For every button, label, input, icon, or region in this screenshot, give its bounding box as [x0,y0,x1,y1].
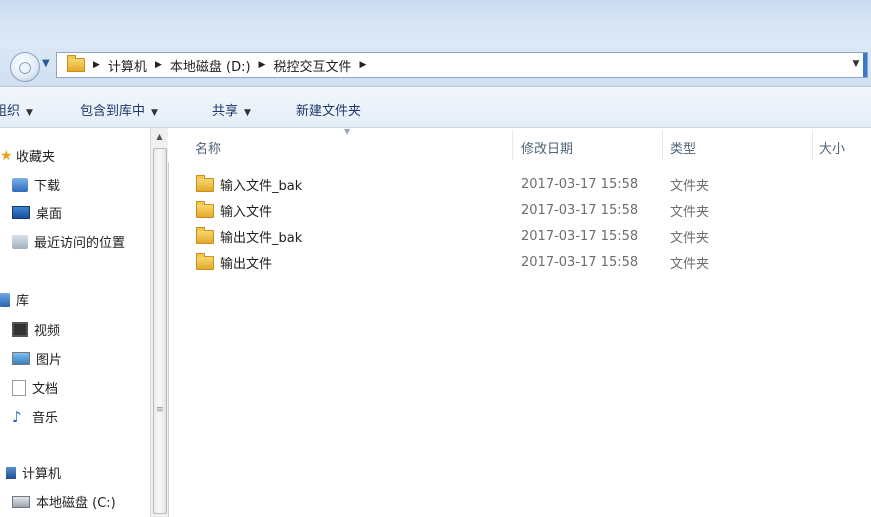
chevron-down-icon: ▼ [151,108,158,118]
library-icon [0,292,10,307]
address-dropdown-icon[interactable]: ▼ [849,57,863,71]
new-folder-label: 新建文件夹 [296,104,362,119]
nav-item-music[interactable]: ♪ 音乐 [12,407,58,426]
folder-icon [196,227,214,244]
include-in-library-button[interactable]: 包含到库中 ▼ [80,100,158,119]
picture-icon [12,352,30,365]
file-date: 2017-03-17 15:58 [521,254,639,270]
nav-item-documents[interactable]: 文档 [12,378,58,397]
chevron-down-icon: ▼ [244,108,251,118]
nav-label: 本地磁盘 (C:) [36,496,116,511]
folder-icon [196,201,214,218]
back-button[interactable] [10,52,40,82]
file-list-header [168,128,871,162]
drive-icon [12,495,30,508]
nav-label: 图片 [36,353,63,368]
column-divider[interactable] [512,130,513,160]
column-header-name[interactable]: 名称 [195,138,221,157]
nav-item-pictures[interactable]: 图片 [12,349,62,368]
nav-label: 收藏夹 [16,150,56,165]
breadcrumb-arrow-icon[interactable]: ▶ [359,60,366,70]
file-type: 文件夹 [670,178,710,194]
breadcrumb-arrow-icon[interactable]: ▶ [93,60,100,70]
video-icon [12,322,28,337]
breadcrumb-computer[interactable]: 计算机 [108,56,147,75]
music-note-icon: ♪ [12,407,22,426]
nav-label: 桌面 [36,207,63,222]
share-button[interactable]: 共享 ▼ [212,100,251,119]
new-folder-button[interactable]: 新建文件夹 [296,100,361,119]
organize-button[interactable]: 组织 ▼ [0,100,33,119]
file-name: 输出文件 [220,256,273,272]
navigation-pane: ★ 收藏夹 下载 桌面 最近访问的位置 库 视频 图片 文档 ♪ 音乐 计算机 … [0,128,150,517]
file-row[interactable]: 输出文件 2017-03-17 15:58 文件夹 [196,250,756,274]
nav-item-recent[interactable]: 最近访问的位置 [12,232,125,251]
document-icon [12,379,26,396]
nav-label: 最近访问的位置 [34,236,126,251]
breadcrumb-arrow-icon[interactable]: ▶ [155,60,162,70]
file-name: 输出文件_bak [220,230,303,246]
breadcrumb-current-folder[interactable]: 税控交互文件 [273,56,351,75]
nav-item-libraries[interactable]: 库 [0,290,29,309]
nav-label: 文档 [32,382,59,397]
file-date: 2017-03-17 15:58 [521,228,639,244]
chevron-down-icon: ▼ [26,108,33,118]
column-header-type[interactable]: 类型 [670,138,696,157]
desktop-icon [12,206,30,219]
file-date: 2017-03-17 15:58 [521,176,639,192]
nav-item-downloads[interactable]: 下载 [12,175,60,194]
sort-arrow-icon: ▼ [344,127,351,136]
breadcrumb-arrow-icon[interactable]: ▶ [259,60,266,70]
file-type: 文件夹 [670,204,710,220]
nav-label: 库 [16,294,30,309]
grip-icon: ≡ [156,405,164,415]
column-divider[interactable] [662,130,663,160]
computer-icon [6,466,16,479]
nav-item-desktop[interactable]: 桌面 [12,203,62,222]
include-label: 包含到库中 [80,104,146,119]
file-type: 文件夹 [670,256,710,272]
folder-icon [67,55,85,72]
folder-icon [196,253,214,270]
column-header-size[interactable]: 大小 [819,138,845,157]
file-date: 2017-03-17 15:58 [521,202,639,218]
breadcrumb-drive-d[interactable]: 本地磁盘 (D:) [170,56,251,75]
scroll-up-arrow-icon[interactable]: ▲ [151,128,168,146]
column-header-date[interactable]: 修改日期 [521,138,573,157]
nav-item-drive-c[interactable]: 本地磁盘 (C:) [12,492,116,511]
file-row[interactable]: 输入文件_bak 2017-03-17 15:58 文件夹 [196,172,756,196]
nav-label: 音乐 [32,411,59,426]
column-divider[interactable] [812,130,813,160]
nav-pane-scrollbar[interactable]: ▲ ≡ [150,128,169,517]
window-title-bar [0,0,871,48]
nav-item-videos[interactable]: 视频 [12,320,60,339]
scrollbar-thumb[interactable]: ≡ [153,148,167,514]
nav-label: 视频 [34,324,61,339]
folder-icon [196,175,214,192]
file-type: 文件夹 [670,230,710,246]
file-row[interactable]: 输入文件 2017-03-17 15:58 文件夹 [196,198,756,222]
file-name: 输入文件_bak [220,178,303,194]
refresh-button[interactable] [863,53,867,77]
nav-label: 下载 [34,179,61,194]
recent-pages-dropdown[interactable]: ▼ [42,58,50,69]
nav-item-favorites[interactable]: ★ 收藏夹 [0,146,56,166]
file-name: 输入文件 [220,204,273,220]
nav-item-computer[interactable]: 计算机 [6,463,61,482]
nav-label: 计算机 [22,467,62,482]
star-icon: ★ [0,147,13,164]
download-folder-icon [12,177,28,192]
recent-places-icon [12,234,28,249]
file-row[interactable]: 输出文件_bak 2017-03-17 15:58 文件夹 [196,224,756,248]
organize-label: 组织 [0,104,21,119]
address-bar[interactable]: ▶ 计算机 ▶ 本地磁盘 (D:) ▶ 税控交互文件 ▶ ▼ [56,52,868,78]
share-label: 共享 [212,104,239,119]
